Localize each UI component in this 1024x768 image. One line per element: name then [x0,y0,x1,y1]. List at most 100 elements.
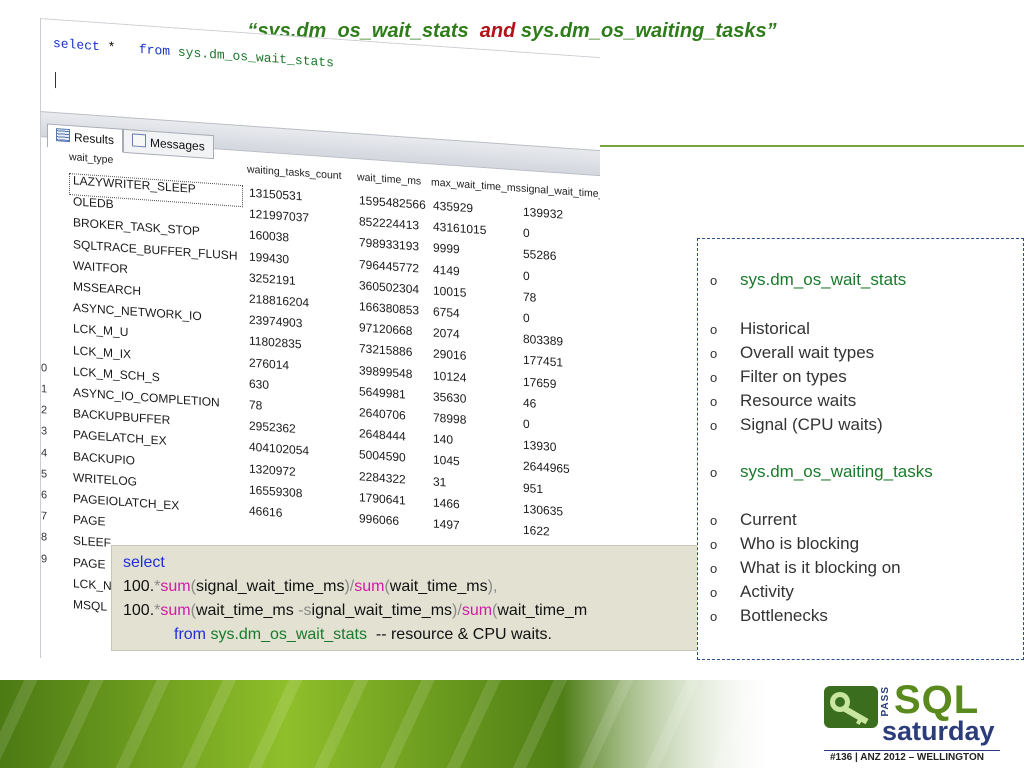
sql-line-4: from sys.dm_os_wait_stats -- resource & … [174,626,552,643]
cell-waiting-tasks-count[interactable]: 2952362 [249,419,296,436]
cell-max-wait-time-ms[interactable]: 6754 [433,304,460,320]
cell-waiting-tasks-count[interactable]: 3252191 [249,270,296,287]
tab-messages-label: Messages [150,135,205,154]
cell-max-wait-time-ms[interactable]: 10015 [433,283,466,299]
cell-max-wait-time-ms[interactable]: 35630 [433,389,466,405]
cell-wait-time-ms[interactable]: 39899548 [359,363,412,381]
cell-waiting-tasks-count[interactable]: 404102054 [249,440,309,458]
cell-wait-time-ms[interactable]: 97120668 [359,320,412,338]
cell-waiting-tasks-count[interactable]: 78 [249,398,262,413]
cell-signal-wait-time[interactable]: 0 [523,417,530,431]
row-number: 1 [41,383,48,396]
cell-wait-time-ms[interactable]: 852224413 [359,214,419,232]
bullet-item: o Overall wait types [710,343,874,363]
cell-wait-time-ms[interactable]: 2284322 [359,469,406,486]
cell-signal-wait-time[interactable]: 130635 [523,502,563,519]
cell-signal-wait-time[interactable]: 1622 [523,523,550,539]
bullet-marker: o [710,561,718,576]
cell-waiting-tasks-count[interactable]: 13150531 [249,186,302,204]
cell-signal-wait-time[interactable]: 0 [523,268,530,282]
row-number: 6 [41,489,48,502]
row-number [41,341,53,342]
cell-wait-type[interactable]: WAITFOR [73,258,128,276]
cell-waiting-tasks-count[interactable]: 160038 [249,228,289,245]
cell-waiting-tasks-count[interactable]: 23974903 [249,313,302,331]
cell-signal-wait-time[interactable]: 78 [523,290,536,305]
cell-signal-wait-time[interactable]: 46 [523,396,536,411]
tab-results-label: Results [74,130,115,148]
cell-wait-time-ms[interactable]: 2640706 [359,405,406,422]
cell-max-wait-time-ms[interactable]: 43161015 [433,220,486,238]
cell-wait-time-ms[interactable]: 1790641 [359,490,406,507]
bullet-marker: o [710,418,718,433]
cell-max-wait-time-ms[interactable]: 1466 [433,495,460,511]
cell-max-wait-time-ms[interactable]: 9999 [433,241,460,257]
cell-waiting-tasks-count[interactable]: 276014 [249,355,289,372]
cell-signal-wait-time[interactable]: 17659 [523,374,556,390]
cell-waiting-tasks-count[interactable]: 218816204 [249,292,309,310]
cell-signal-wait-time[interactable]: 177451 [523,353,563,370]
cell-waiting-tasks-count[interactable]: 630 [249,376,269,391]
cell-signal-wait-time[interactable]: 951 [523,480,543,495]
cell-wait-type[interactable]: SLEEF [73,534,111,551]
messages-icon [132,133,146,148]
cell-wait-type[interactable]: LCK_M_U [73,322,128,340]
cell-wait-type[interactable]: BACKUPIO [73,449,135,467]
row-number: 8 [41,531,48,544]
bullet-text: Bottlenecks [740,606,828,625]
cell-wait-time-ms[interactable]: 166380853 [359,299,419,317]
cell-wait-time-ms[interactable]: 1595482566 [359,193,426,212]
cell-waiting-tasks-count[interactable]: 199430 [249,249,289,266]
cell-max-wait-time-ms[interactable]: 4149 [433,262,460,278]
cell-max-wait-time-ms[interactable]: 1045 [433,453,460,469]
logo-pass-text: PASS [880,686,891,717]
cell-wait-time-ms[interactable]: 73215886 [359,342,412,360]
cell-wait-type[interactable]: LCK_N [73,576,112,593]
cell-signal-wait-time[interactable]: 2644965 [523,459,570,476]
col-header-wait-time-ms[interactable]: wait_time_ms [357,171,421,195]
cell-max-wait-time-ms[interactable]: 10124 [433,368,466,384]
cell-wait-type[interactable]: PAGE [73,555,105,571]
cell-wait-time-ms[interactable]: 796445772 [359,257,419,275]
cell-wait-time-ms[interactable]: 2648444 [359,426,406,443]
row-number [41,319,53,320]
tab-messages[interactable]: Messages [123,128,214,160]
bullet-item: o Resource waits [710,391,856,411]
cell-waiting-tasks-count[interactable]: 16559308 [249,482,302,500]
bullet-item: o sys.dm_os_wait_stats [710,270,906,290]
cell-wait-time-ms[interactable]: 798933193 [359,236,419,254]
cell-waiting-tasks-count[interactable]: 46616 [249,504,282,520]
bullet-text: Who is blocking [740,534,860,553]
cell-wait-time-ms[interactable]: 5649981 [359,384,406,401]
cell-max-wait-time-ms[interactable]: 29016 [433,347,466,363]
bullet-item: o Current [710,510,797,530]
cell-max-wait-time-ms[interactable]: 2074 [433,326,460,342]
cell-wait-type[interactable]: LCK_M_IX [73,343,131,361]
cell-wait-time-ms[interactable]: 5004590 [359,448,406,465]
row-number [41,574,53,575]
cell-wait-type[interactable]: PAGE [73,512,105,528]
cell-signal-wait-time[interactable]: 55286 [523,247,556,263]
cell-wait-type[interactable]: OLEDB [73,194,114,211]
cell-wait-time-ms[interactable]: 360502304 [359,278,419,296]
tab-results[interactable]: Results [47,123,124,153]
cell-signal-wait-time[interactable]: 0 [523,226,530,240]
cell-max-wait-time-ms[interactable]: 1497 [433,516,460,532]
text-cursor [55,72,56,89]
cell-wait-time-ms[interactable]: 996066 [359,511,399,528]
cell-signal-wait-time[interactable]: 139932 [523,205,563,222]
cell-wait-type[interactable]: MSQL [73,597,107,613]
cell-max-wait-time-ms[interactable]: 140 [433,432,453,447]
row-number [41,256,53,257]
cell-max-wait-time-ms[interactable]: 78998 [433,410,466,426]
cell-max-wait-time-ms[interactable]: 31 [433,474,446,489]
cell-signal-wait-time[interactable]: 0 [523,311,530,325]
col-header-wait-type[interactable]: wait_type [69,151,113,174]
cell-signal-wait-time[interactable]: 803389 [523,332,563,349]
cell-waiting-tasks-count[interactable]: 1320972 [249,461,296,478]
cell-signal-wait-time[interactable]: 13930 [523,438,556,454]
cell-max-wait-time-ms[interactable]: 435929 [433,198,473,215]
cell-waiting-tasks-count[interactable]: 121997037 [249,207,309,225]
cell-waiting-tasks-count[interactable]: 11802835 [249,334,302,352]
sql-line-2: 100.*sum(signal_wait_time_ms)/sum(wait_t… [123,578,498,595]
